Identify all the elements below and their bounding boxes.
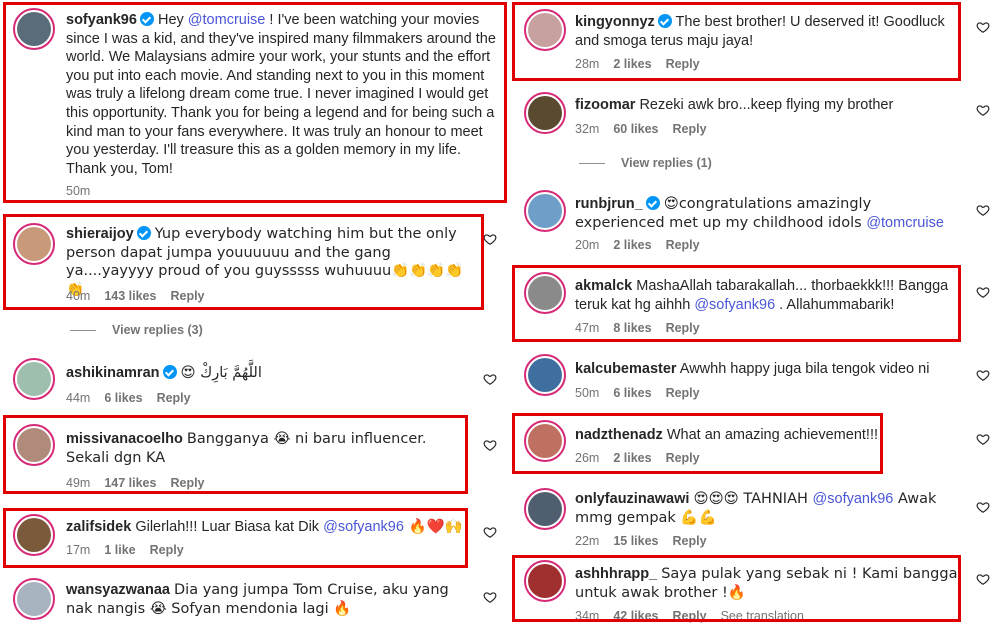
left-comment-column: sofyank96 Hey @tomcruise ! I've been wat…: [0, 0, 508, 623]
mention-link[interactable]: @tomcruise: [866, 215, 944, 231]
avatar[interactable]: [524, 190, 566, 232]
avatar[interactable]: [524, 92, 566, 134]
like-heart-icon[interactable]: [976, 368, 990, 382]
highlight-box: [3, 508, 468, 568]
view-replies-button[interactable]: View replies (3): [70, 323, 203, 337]
highlight-box: [3, 415, 468, 494]
avatar[interactable]: [524, 354, 566, 396]
reply-button[interactable]: Reply: [666, 386, 700, 400]
comment-text: wansyazwanaa Dia yang jumpa Tom Cruise, …: [66, 581, 476, 618]
reply-button[interactable]: Reply: [673, 534, 707, 548]
like-heart-icon[interactable]: [976, 432, 990, 446]
like-heart-icon[interactable]: [976, 103, 990, 117]
reply-button[interactable]: Reply: [666, 238, 700, 252]
comment-item: ashikinamran 😍 اللَّهُمَّ بَارِكْ 44m 6 l…: [0, 352, 508, 412]
username[interactable]: fizoomar: [575, 97, 635, 113]
highlight-box: [512, 265, 961, 342]
highlight-box: [512, 413, 883, 474]
like-heart-icon[interactable]: [483, 590, 497, 604]
verified-badge-icon: [645, 196, 660, 210]
avatar[interactable]: [524, 488, 566, 530]
comment-text: fizoomar Rezeki awk bro...keep flying my…: [575, 96, 975, 115]
comment-text: onlyfauzinawawi 😍😍😍 TAHNIAH @sofyank96 A…: [575, 490, 965, 527]
avatar[interactable]: [13, 358, 55, 400]
comment-item: runbjrun_ 😍congratulations amazingly exp…: [510, 186, 1000, 258]
comment-item: fizoomar Rezeki awk bro...keep flying my…: [510, 88, 1000, 146]
like-heart-icon[interactable]: [976, 20, 990, 34]
highlight-box: [512, 555, 961, 622]
reply-button[interactable]: Reply: [673, 122, 707, 136]
reply-button[interactable]: Reply: [157, 391, 191, 405]
comment-item: onlyfauzinawawi 😍😍😍 TAHNIAH @sofyank96 A…: [510, 484, 1000, 550]
highlight-box: [3, 214, 484, 310]
comment-text-part: Rezeki awk bro...keep flying my brother: [639, 97, 894, 113]
like-heart-icon[interactable]: [976, 572, 990, 586]
like-heart-icon[interactable]: [483, 438, 497, 452]
comment-text-part: 😍 اللَّهُمَّ بَارِكْ: [180, 365, 262, 381]
view-replies-label: View replies (3): [112, 323, 203, 337]
avatar[interactable]: [13, 578, 55, 620]
likes-count[interactable]: 6 likes: [613, 386, 651, 400]
timestamp: 20m: [575, 238, 600, 252]
username[interactable]: onlyfauzinawawi: [575, 491, 689, 507]
verified-badge-icon: [162, 365, 177, 379]
like-heart-icon[interactable]: [483, 372, 497, 386]
timestamp: 22m: [575, 534, 600, 548]
comment-meta: 32m 60 likes Reply: [575, 122, 721, 136]
username[interactable]: kalcubemaster: [575, 361, 677, 377]
comment-meta: 50m 6 likes Reply: [575, 386, 714, 400]
username[interactable]: runbjrun_: [575, 196, 643, 212]
timestamp: 50m: [575, 386, 600, 400]
likes-count[interactable]: 6 likes: [104, 391, 142, 405]
likes-count[interactable]: 2 likes: [613, 238, 651, 252]
comment-text: kalcubemaster Awwhh happy juga bila teng…: [575, 360, 965, 379]
divider-line: [70, 330, 96, 332]
comment-item: kalcubemaster Awwhh happy juga bila teng…: [510, 350, 1000, 406]
like-heart-icon[interactable]: [483, 525, 497, 539]
comment-text: runbjrun_ 😍congratulations amazingly exp…: [575, 195, 965, 232]
like-heart-icon[interactable]: [976, 500, 990, 514]
timestamp: 32m: [575, 122, 600, 136]
like-heart-icon[interactable]: [483, 232, 497, 246]
like-heart-icon[interactable]: [976, 285, 990, 299]
highlight-box: [3, 2, 507, 203]
right-comment-column: kingyonnyz The best brother! U deserved …: [510, 0, 1000, 623]
view-replies-label: View replies (1): [621, 156, 712, 170]
highlight-box: [512, 2, 961, 81]
divider-line: [579, 163, 605, 165]
view-replies-button[interactable]: View replies (1): [579, 156, 712, 170]
comment-meta: 22m 15 likes Reply: [575, 534, 721, 548]
comment-item: wansyazwanaa Dia yang jumpa Tom Cruise, …: [0, 574, 508, 623]
likes-count[interactable]: 15 likes: [613, 534, 658, 548]
comment-meta: 20m 2 likes Reply: [575, 238, 714, 252]
username[interactable]: wansyazwanaa: [66, 582, 170, 598]
comment-text-part: Awwhh happy juga bila tengok video ni: [679, 361, 930, 377]
like-heart-icon[interactable]: [976, 203, 990, 217]
comment-meta: 44m 6 likes Reply: [66, 391, 205, 405]
comment-text: ashikinamran 😍 اللَّهُمَّ بَارِكْ: [66, 364, 476, 383]
username[interactable]: ashikinamran: [66, 365, 160, 381]
likes-count[interactable]: 60 likes: [613, 122, 658, 136]
mention-link[interactable]: @sofyank96: [813, 491, 894, 507]
timestamp: 44m: [66, 391, 91, 405]
comment-text-part: 😍😍😍 TAHNIAH: [693, 491, 813, 507]
